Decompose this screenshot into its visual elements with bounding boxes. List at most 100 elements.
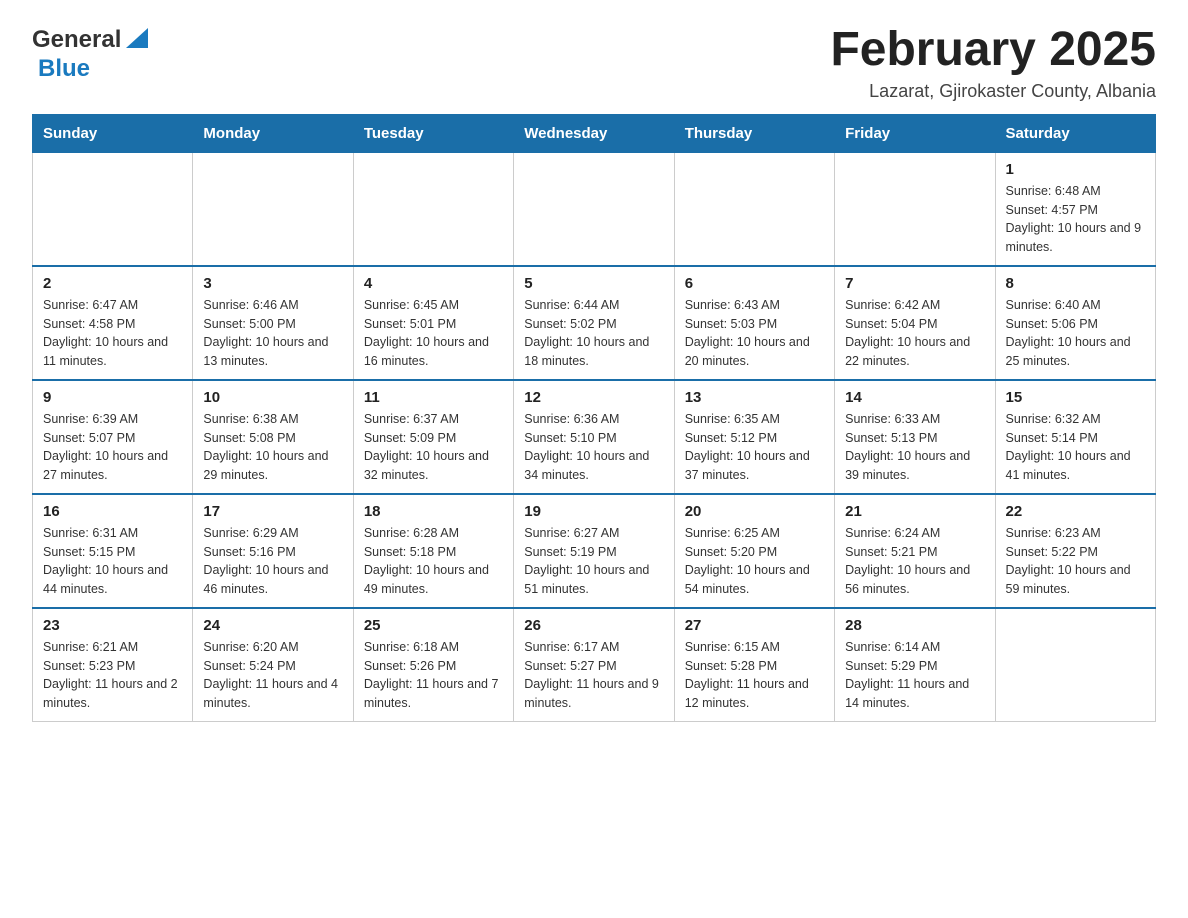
day-info: Sunrise: 6:37 AMSunset: 5:09 PMDaylight:…	[364, 410, 503, 485]
table-row: 25 Sunrise: 6:18 AMSunset: 5:26 PMDayligh…	[353, 608, 513, 722]
table-row: 5 Sunrise: 6:44 AMSunset: 5:02 PMDaylight…	[514, 266, 674, 380]
day-info: Sunrise: 6:29 AMSunset: 5:16 PMDaylight:…	[203, 524, 342, 599]
table-row: 14 Sunrise: 6:33 AMSunset: 5:13 PMDayligh…	[835, 380, 995, 494]
table-row: 17 Sunrise: 6:29 AMSunset: 5:16 PMDayligh…	[193, 494, 353, 608]
day-number: 28	[845, 617, 984, 634]
logo-blue-text: Blue	[38, 55, 90, 83]
table-row	[514, 152, 674, 266]
day-info: Sunrise: 6:36 AMSunset: 5:10 PMDaylight:…	[524, 410, 663, 485]
day-info: Sunrise: 6:32 AMSunset: 5:14 PMDaylight:…	[1006, 410, 1145, 485]
title-area: February 2025 Lazarat, Gjirokaster Count…	[830, 24, 1156, 102]
day-number: 5	[524, 275, 663, 292]
table-row: 24Sunrise: 6:20 AMSunset: 5:24 PMDayligh…	[193, 608, 353, 722]
header-thursday: Thursday	[674, 114, 834, 152]
table-row: 4 Sunrise: 6:45 AMSunset: 5:01 PMDaylight…	[353, 266, 513, 380]
logo-general-text: General	[32, 26, 121, 54]
day-number: 19	[524, 503, 663, 520]
day-number: 9	[43, 389, 182, 406]
table-row: 26 Sunrise: 6:17 AMSunset: 5:27 PMDayligh…	[514, 608, 674, 722]
header-wednesday: Wednesday	[514, 114, 674, 152]
day-number: 20	[685, 503, 824, 520]
table-row	[674, 152, 834, 266]
table-row: 3 Sunrise: 6:46 AMSunset: 5:00 PMDaylight…	[193, 266, 353, 380]
day-number: 18	[364, 503, 503, 520]
table-row: 7Sunrise: 6:42 AMSunset: 5:04 PMDaylight…	[835, 266, 995, 380]
day-number: 4	[364, 275, 503, 292]
day-number: 1	[1006, 161, 1145, 178]
day-number: 22	[1006, 503, 1145, 520]
day-number: 21	[845, 503, 984, 520]
day-info: Sunrise: 6:45 AMSunset: 5:01 PMDaylight:…	[364, 296, 503, 371]
day-number: 17	[203, 503, 342, 520]
table-row: 9 Sunrise: 6:39 AMSunset: 5:07 PMDaylight…	[33, 380, 193, 494]
table-row: 12 Sunrise: 6:36 AMSunset: 5:10 PMDayligh…	[514, 380, 674, 494]
header-sunday: Sunday	[33, 114, 193, 152]
day-info: Sunrise: 6:44 AMSunset: 5:02 PMDaylight:…	[524, 296, 663, 371]
header-saturday: Saturday	[995, 114, 1155, 152]
day-info: Sunrise: 6:39 AMSunset: 5:07 PMDaylight:…	[43, 410, 182, 485]
table-row: 19 Sunrise: 6:27 AMSunset: 5:19 PMDayligh…	[514, 494, 674, 608]
day-number: 27	[685, 617, 824, 634]
day-number: 13	[685, 389, 824, 406]
table-row: 6Sunrise: 6:43 AMSunset: 5:03 PMDaylight…	[674, 266, 834, 380]
calendar-week-row: 9 Sunrise: 6:39 AMSunset: 5:07 PMDaylight…	[33, 380, 1156, 494]
table-row	[353, 152, 513, 266]
weekday-header-row: Sunday Monday Tuesday Wednesday Thursday…	[33, 114, 1156, 152]
day-info: Sunrise: 6:15 AMSunset: 5:28 PMDaylight:…	[685, 638, 824, 713]
day-number: 25	[364, 617, 503, 634]
calendar-week-row: 1 Sunrise: 6:48 AMSunset: 4:57 PMDaylight…	[33, 152, 1156, 266]
day-number: 2	[43, 275, 182, 292]
day-info: Sunrise: 6:38 AMSunset: 5:08 PMDaylight:…	[203, 410, 342, 485]
table-row: 11Sunrise: 6:37 AMSunset: 5:09 PMDayligh…	[353, 380, 513, 494]
table-row	[33, 152, 193, 266]
day-number: 8	[1006, 275, 1145, 292]
table-row: 2Sunrise: 6:47 AMSunset: 4:58 PMDaylight…	[33, 266, 193, 380]
day-info: Sunrise: 6:33 AMSunset: 5:13 PMDaylight:…	[845, 410, 984, 485]
day-info: Sunrise: 6:46 AMSunset: 5:00 PMDaylight:…	[203, 296, 342, 371]
day-number: 26	[524, 617, 663, 634]
day-number: 6	[685, 275, 824, 292]
day-info: Sunrise: 6:20 AMSunset: 5:24 PMDaylight:…	[203, 638, 342, 713]
table-row: 22 Sunrise: 6:23 AMSunset: 5:22 PMDayligh…	[995, 494, 1155, 608]
table-row	[193, 152, 353, 266]
table-row: 20 Sunrise: 6:25 AMSunset: 5:20 PMDayligh…	[674, 494, 834, 608]
logo-triangle-icon	[124, 24, 150, 55]
calendar-week-row: 16 Sunrise: 6:31 AMSunset: 5:15 PMDayligh…	[33, 494, 1156, 608]
table-row: 18 Sunrise: 6:28 AMSunset: 5:18 PMDayligh…	[353, 494, 513, 608]
page-header: General Blue February 2025 Lazarat, Gjir…	[32, 24, 1156, 102]
calendar-table: Sunday Monday Tuesday Wednesday Thursday…	[32, 114, 1156, 722]
table-row: 28 Sunrise: 6:14 AMSunset: 5:29 PMDayligh…	[835, 608, 995, 722]
day-number: 10	[203, 389, 342, 406]
calendar-week-row: 2Sunrise: 6:47 AMSunset: 4:58 PMDaylight…	[33, 266, 1156, 380]
table-row: 8Sunrise: 6:40 AMSunset: 5:06 PMDaylight…	[995, 266, 1155, 380]
day-info: Sunrise: 6:23 AMSunset: 5:22 PMDaylight:…	[1006, 524, 1145, 599]
day-info: Sunrise: 6:14 AMSunset: 5:29 PMDaylight:…	[845, 638, 984, 713]
day-info: Sunrise: 6:42 AMSunset: 5:04 PMDaylight:…	[845, 296, 984, 371]
day-info: Sunrise: 6:25 AMSunset: 5:20 PMDaylight:…	[685, 524, 824, 599]
day-info: Sunrise: 6:48 AMSunset: 4:57 PMDaylight:…	[1006, 182, 1145, 257]
day-info: Sunrise: 6:31 AMSunset: 5:15 PMDaylight:…	[43, 524, 182, 599]
day-info: Sunrise: 6:28 AMSunset: 5:18 PMDaylight:…	[364, 524, 503, 599]
day-number: 15	[1006, 389, 1145, 406]
location-subtitle: Lazarat, Gjirokaster County, Albania	[830, 81, 1156, 102]
day-number: 16	[43, 503, 182, 520]
day-info: Sunrise: 6:27 AMSunset: 5:19 PMDaylight:…	[524, 524, 663, 599]
day-number: 14	[845, 389, 984, 406]
table-row: 16 Sunrise: 6:31 AMSunset: 5:15 PMDayligh…	[33, 494, 193, 608]
header-monday: Monday	[193, 114, 353, 152]
header-friday: Friday	[835, 114, 995, 152]
month-year-title: February 2025	[830, 24, 1156, 77]
day-info: Sunrise: 6:18 AMSunset: 5:26 PMDaylight:…	[364, 638, 503, 713]
table-row: 23Sunrise: 6:21 AMSunset: 5:23 PMDayligh…	[33, 608, 193, 722]
day-number: 3	[203, 275, 342, 292]
day-info: Sunrise: 6:17 AMSunset: 5:27 PMDaylight:…	[524, 638, 663, 713]
day-number: 23	[43, 617, 182, 634]
table-row: 1 Sunrise: 6:48 AMSunset: 4:57 PMDaylight…	[995, 152, 1155, 266]
day-info: Sunrise: 6:35 AMSunset: 5:12 PMDaylight:…	[685, 410, 824, 485]
day-info: Sunrise: 6:24 AMSunset: 5:21 PMDaylight:…	[845, 524, 984, 599]
table-row: 15 Sunrise: 6:32 AMSunset: 5:14 PMDayligh…	[995, 380, 1155, 494]
table-row: 13 Sunrise: 6:35 AMSunset: 5:12 PMDayligh…	[674, 380, 834, 494]
table-row: 27 Sunrise: 6:15 AMSunset: 5:28 PMDayligh…	[674, 608, 834, 722]
table-row	[835, 152, 995, 266]
day-number: 12	[524, 389, 663, 406]
